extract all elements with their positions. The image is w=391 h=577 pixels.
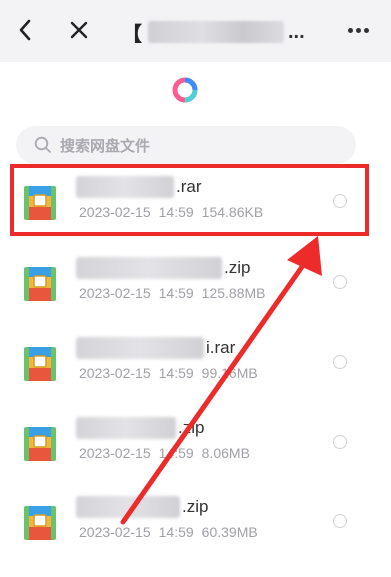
file-name: .zip (76, 255, 250, 281)
top-bar: 【 ... (0, 0, 391, 62)
file-row[interactable]: .rar 2023-02-15 14:59 154.86KB (0, 162, 391, 242)
file-name-redacted (76, 337, 204, 359)
file-meta: 2023-02-15 14:59 60.39MB (79, 524, 258, 540)
file-extension: i.rar (206, 338, 236, 357)
chevron-left-icon[interactable] (8, 12, 42, 48)
search-placeholder: 搜索网盘文件 (60, 137, 151, 155)
file-name-redacted (76, 176, 174, 198)
file-meta: 2023-02-15 14:59 125.88MB (79, 285, 266, 301)
search-icon (34, 136, 51, 153)
file-date: 2023-02-15 (79, 524, 151, 540)
search-bar[interactable]: 搜索网盘文件 (16, 126, 356, 164)
file-size: 154.86KB (201, 204, 264, 220)
more-dots-icon[interactable] (337, 12, 379, 48)
file-row[interactable]: .zip 2023-02-15 14:59 8.06MB (0, 403, 391, 483)
file-name: .zip (76, 494, 208, 520)
file-name: .rar (76, 174, 202, 200)
title-prefix: 【 (122, 23, 142, 46)
file-row[interactable]: i.rar 2023-02-15 14:59 99.16MB (0, 323, 391, 403)
title-suffix: ... (288, 20, 305, 43)
file-meta: 2023-02-15 14:59 154.86KB (79, 204, 263, 220)
file-name: .zip (76, 415, 204, 441)
file-size: 125.88MB (201, 285, 266, 301)
file-date: 2023-02-15 (79, 285, 151, 301)
file-size: 99.16MB (201, 365, 258, 381)
file-name: i.rar (76, 335, 235, 361)
select-radio[interactable] (333, 514, 347, 528)
select-radio[interactable] (333, 435, 347, 449)
archive-file-icon (24, 506, 56, 540)
select-radio[interactable] (333, 275, 347, 289)
file-extension: .zip (178, 418, 205, 437)
select-radio[interactable] (333, 194, 347, 208)
archive-file-icon (24, 267, 56, 301)
file-meta: 2023-02-15 14:59 8.06MB (79, 445, 250, 461)
archive-file-icon (24, 186, 56, 220)
archive-file-icon (24, 427, 56, 461)
file-name-redacted (76, 257, 222, 279)
file-name-redacted (76, 417, 176, 439)
file-time: 14:59 (158, 445, 194, 461)
file-meta: 2023-02-15 14:59 99.16MB (79, 365, 258, 381)
file-date: 2023-02-15 (79, 204, 151, 220)
title-redacted (148, 21, 284, 43)
file-row[interactable]: .zip 2023-02-15 14:59 60.39MB (0, 482, 391, 562)
file-date: 2023-02-15 (79, 365, 151, 381)
select-radio[interactable] (333, 355, 347, 369)
file-size: 60.39MB (201, 524, 258, 540)
close-icon[interactable] (62, 12, 96, 48)
file-name-redacted (76, 496, 180, 518)
loading-spinner-icon (172, 77, 198, 103)
file-extension: .rar (176, 177, 202, 196)
file-date: 2023-02-15 (79, 445, 151, 461)
file-time: 14:59 (158, 204, 194, 220)
file-row[interactable]: .zip 2023-02-15 14:59 125.88MB (0, 243, 391, 323)
file-extension: .zip (224, 258, 251, 277)
file-time: 14:59 (158, 365, 194, 381)
page-title: 【 ... (122, 18, 308, 46)
file-time: 14:59 (158, 524, 194, 540)
archive-file-icon (24, 347, 56, 381)
file-extension: .zip (182, 497, 209, 516)
file-size: 8.06MB (201, 445, 250, 461)
file-time: 14:59 (158, 285, 194, 301)
